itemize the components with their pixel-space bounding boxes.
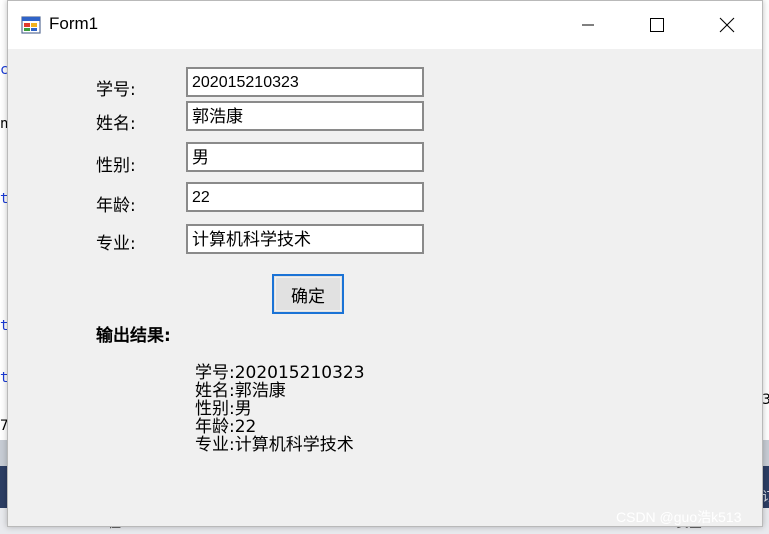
major-input[interactable]: 计算机科学技术 <box>186 224 424 254</box>
right-edge-text-2: 订 <box>762 490 769 505</box>
form-window: Form1 学号: 姓名: 性别: 年龄: 专业: 202015210323 郭… <box>7 0 763 527</box>
window-title: Form1 <box>49 14 99 33</box>
output-line: 学号:202015210323 <box>195 363 365 383</box>
close-button[interactable] <box>704 1 750 49</box>
output-line: 专业:计算机科学技术 <box>195 435 354 455</box>
name-label: 姓名: <box>96 114 136 134</box>
output-label: 输出结果: <box>96 326 171 346</box>
output-result: 学号:202015210323 姓名:郭浩康 性别:男 年龄:22 专业:计算机… <box>195 364 365 454</box>
close-icon <box>719 17 735 33</box>
output-line: 年龄:22 <box>195 417 257 437</box>
csdn-watermark: CSDN @guo浩k513 <box>616 509 742 525</box>
student-id-input[interactable]: 202015210323 <box>186 67 424 97</box>
output-line: 姓名:郭浩康 <box>195 381 286 401</box>
gender-input[interactable]: 男 <box>186 142 424 172</box>
age-input[interactable]: 22 <box>186 182 424 212</box>
maximize-button[interactable] <box>634 1 680 49</box>
form-app-icon <box>21 16 41 34</box>
age-label: 年龄: <box>96 196 136 216</box>
student-id-label: 学号: <box>96 80 136 100</box>
minimize-icon <box>582 24 594 26</box>
name-input[interactable]: 郭浩康 <box>186 101 424 131</box>
gender-label: 性别: <box>96 156 136 176</box>
minimize-button[interactable] <box>565 1 611 49</box>
title-bar[interactable]: Form1 <box>8 1 762 49</box>
confirm-button[interactable]: 确定 <box>272 274 344 314</box>
output-line: 性别:男 <box>195 399 252 419</box>
major-label: 专业: <box>96 234 136 254</box>
right-edge-text: 3. <box>762 392 769 408</box>
maximize-icon <box>650 18 664 32</box>
